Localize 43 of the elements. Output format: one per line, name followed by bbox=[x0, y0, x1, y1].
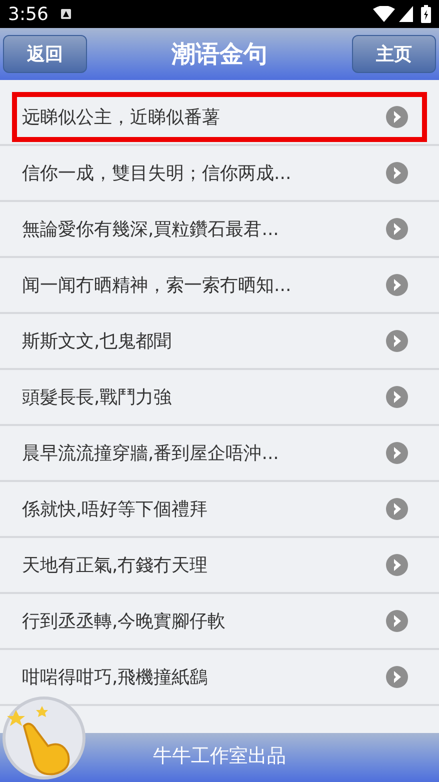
list-item[interactable]: 天地有正氣,冇錢冇天理 bbox=[12, 540, 427, 590]
item-text: 晨早流流撞穿牆,番到屋企唔沖... bbox=[22, 442, 280, 466]
list-item[interactable]: 闻一闻冇晒精神，索一索冇晒知... bbox=[12, 260, 427, 310]
list-item[interactable]: 頭髮長長,戰鬥力強 bbox=[12, 372, 427, 422]
list-item[interactable]: 無論愛你有幾深,買粒鑽石最君... bbox=[12, 204, 427, 254]
chevron-right-icon bbox=[386, 330, 408, 352]
status-time: 3:56 bbox=[8, 2, 48, 26]
chevron-right-icon bbox=[386, 610, 408, 632]
wifi-icon bbox=[373, 6, 395, 22]
list-item[interactable]: 斯斯文文,乜鬼都聞 bbox=[12, 316, 427, 366]
chevron-right-icon bbox=[386, 162, 408, 184]
item-text: 行到丞丞轉,今晚實腳仔軟 bbox=[22, 610, 227, 634]
list-item[interactable]: 行到丞丞轉,今晚實腳仔軟 bbox=[12, 596, 427, 646]
chevron-right-icon bbox=[386, 498, 408, 520]
chevron-right-icon bbox=[386, 554, 408, 576]
pointing-hand-icon bbox=[2, 696, 86, 780]
home-button[interactable]: 主页 bbox=[352, 35, 436, 73]
signal-icon bbox=[399, 6, 413, 22]
chevron-right-icon bbox=[386, 442, 408, 464]
item-text: 闻一闻冇晒精神，索一索冇晒知... bbox=[22, 274, 292, 298]
list-item[interactable]: 咁啱得咁巧,飛機撞紙鷂 bbox=[12, 652, 427, 702]
chevron-right-icon bbox=[386, 274, 408, 296]
chevron-right-icon bbox=[386, 666, 408, 688]
back-button[interactable]: 返回 bbox=[3, 35, 87, 73]
page-title: 潮语金句 bbox=[172, 39, 268, 70]
item-text: 咁啱得咁巧,飛機撞紙鷂 bbox=[22, 666, 209, 690]
footer-text: 牛牛工作室出品 bbox=[152, 744, 287, 768]
item-text: 斯斯文文,乜鬼都聞 bbox=[22, 330, 173, 354]
item-text: 係就快,唔好等下個禮拜 bbox=[22, 498, 209, 522]
battery-icon bbox=[421, 5, 431, 23]
item-text: 頭髮長長,戰鬥力強 bbox=[22, 386, 173, 410]
list-item[interactable]: 信你一成，雙目失明；信你两成... bbox=[12, 148, 427, 198]
chevron-right-icon bbox=[386, 106, 408, 128]
item-text: 远睇似公主，近睇似番薯 bbox=[22, 106, 221, 130]
item-text: 信你一成，雙目失明；信你两成... bbox=[22, 162, 292, 186]
list-item[interactable]: 远睇似公主，近睇似番薯 bbox=[12, 92, 427, 142]
notification-icon bbox=[60, 8, 72, 20]
chevron-right-icon bbox=[386, 218, 408, 240]
item-text: 無論愛你有幾深,買粒鑽石最君... bbox=[22, 218, 280, 242]
item-text: 天地有正氣,冇錢冇天理 bbox=[22, 554, 209, 578]
chevron-right-icon bbox=[386, 386, 408, 408]
list-item[interactable]: 係就快,唔好等下個禮拜 bbox=[12, 484, 427, 534]
list-item[interactable]: 晨早流流撞穿牆,番到屋企唔沖... bbox=[12, 428, 427, 478]
